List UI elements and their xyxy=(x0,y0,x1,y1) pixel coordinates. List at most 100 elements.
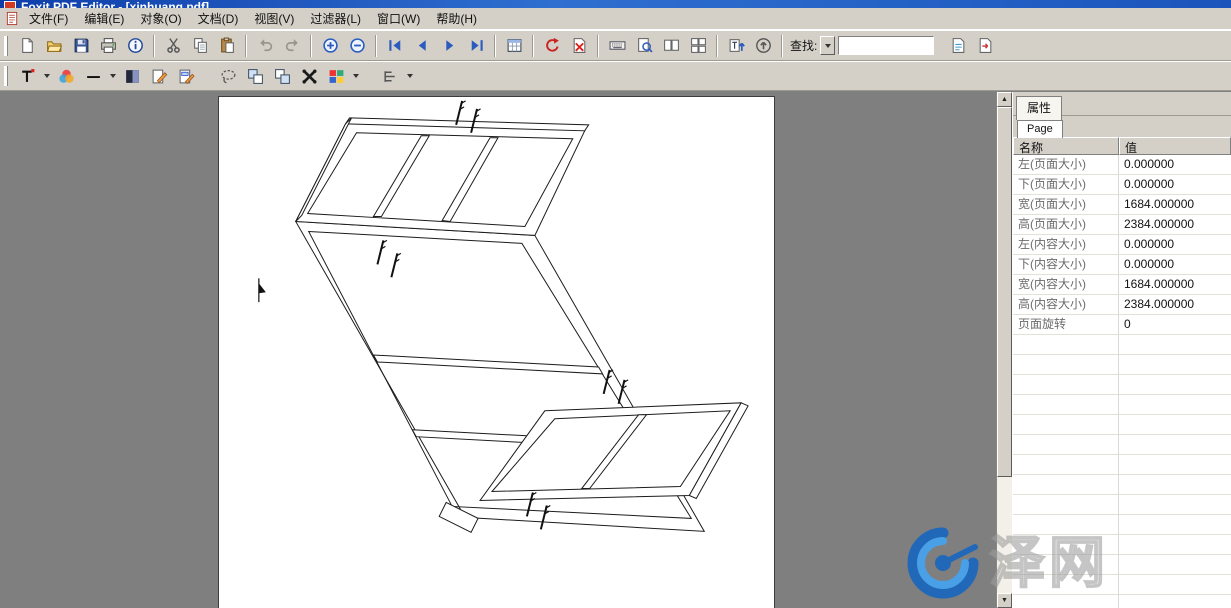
edit-form-button[interactable] xyxy=(173,63,199,89)
property-row[interactable]: 下(页面大小)0.000000 xyxy=(1013,175,1231,195)
keyboard-button[interactable] xyxy=(604,33,630,59)
palette-button[interactable] xyxy=(323,63,349,89)
dropdown-arrow-icon xyxy=(353,74,359,78)
import-button[interactable] xyxy=(750,33,776,59)
undo-icon xyxy=(257,37,274,54)
text-tool-button[interactable] xyxy=(14,63,40,89)
fill-color-icon xyxy=(124,68,141,85)
delete-page-button[interactable] xyxy=(566,33,592,59)
menu-item[interactable]: 文档(D) xyxy=(190,7,247,30)
zoom-out-icon xyxy=(349,37,366,54)
save-icon xyxy=(73,37,90,54)
menu-item[interactable]: 编辑(E) xyxy=(76,7,132,30)
property-row[interactable]: 高(内容大小)2384.000000 xyxy=(1013,295,1231,315)
new-document-icon xyxy=(19,37,36,54)
palette-dropdown[interactable] xyxy=(350,64,361,88)
color-wheel-button[interactable] xyxy=(53,63,79,89)
property-name: 下(内容大小) xyxy=(1013,255,1119,274)
search-next-button[interactable] xyxy=(972,33,998,59)
properties-panel: 属性 Page 名称 值 左(页面大小)0.000000下(页面大小)0.000… xyxy=(1012,92,1231,608)
find-options-dropdown[interactable] xyxy=(820,36,835,55)
open-folder-icon xyxy=(46,37,63,54)
menu-item[interactable]: 对象(O) xyxy=(132,7,189,30)
property-row[interactable]: 宽(内容大小)1684.000000 xyxy=(1013,275,1231,295)
property-row[interactable]: 宽(页面大小)1684.000000 xyxy=(1013,195,1231,215)
zoom-in-button[interactable] xyxy=(317,33,343,59)
fill-color-button[interactable] xyxy=(119,63,145,89)
app-icon xyxy=(4,1,16,8)
main-area: ▲ ▼ 属性 Page 名称 值 左(页面大小)0.000000下(页面大小)0… xyxy=(0,91,1231,608)
redo-button[interactable] xyxy=(279,33,305,59)
toolbar-separator xyxy=(153,35,155,57)
page-zoom-button[interactable] xyxy=(631,33,657,59)
first-page-button[interactable] xyxy=(382,33,408,59)
lasso-select-button[interactable] xyxy=(215,63,241,89)
find-input[interactable] xyxy=(838,36,934,55)
property-row[interactable]: 左(页面大小)0.000000 xyxy=(1013,155,1231,175)
undo-button[interactable] xyxy=(252,33,278,59)
align-button[interactable] xyxy=(377,63,403,89)
zoom-out-button[interactable] xyxy=(344,33,370,59)
find-group: 查找: xyxy=(790,36,934,55)
application-window: Foxit PDF Editor - [xinhuang.pdf] 文件(F)编… xyxy=(0,0,1231,608)
edit-content-button[interactable] xyxy=(146,63,172,89)
document-canvas[interactable] xyxy=(0,92,996,608)
print-button[interactable] xyxy=(95,33,121,59)
continuous-pages-icon xyxy=(690,37,707,54)
open-file-button[interactable] xyxy=(41,33,67,59)
facing-pages-icon xyxy=(663,37,680,54)
document-icon[interactable] xyxy=(3,10,21,28)
property-row[interactable]: 下(内容大小)0.000000 xyxy=(1013,255,1231,275)
menu-item[interactable]: 帮助(H) xyxy=(428,7,485,30)
new-document-button[interactable] xyxy=(14,33,40,59)
object-group-button[interactable] xyxy=(242,63,268,89)
printer-icon xyxy=(100,37,117,54)
toolbar-separator xyxy=(375,35,377,57)
next-page-button[interactable] xyxy=(436,33,462,59)
property-row[interactable]: 左(内容大小)0.000000 xyxy=(1013,235,1231,255)
search-doc-icon xyxy=(950,37,967,54)
previous-page-button[interactable] xyxy=(409,33,435,59)
last-page-button[interactable] xyxy=(463,33,489,59)
extract-text-button[interactable] xyxy=(723,33,749,59)
line-tool-button[interactable] xyxy=(80,63,106,89)
dropdown-arrow-icon xyxy=(110,74,116,78)
toolbar-grip[interactable] xyxy=(4,66,8,86)
page-properties-button[interactable] xyxy=(501,33,527,59)
text-tool-dropdown[interactable] xyxy=(41,64,52,88)
line-tool-dropdown[interactable] xyxy=(107,64,118,88)
toolbar-main: 查找: xyxy=(0,30,1231,61)
page-tab[interactable]: Page xyxy=(1017,120,1063,138)
menu-item[interactable]: 过滤器(L) xyxy=(302,7,369,30)
scrollbar-track[interactable] xyxy=(997,477,1012,593)
align-dropdown[interactable] xyxy=(404,64,415,88)
cut-button[interactable] xyxy=(160,33,186,59)
paste-button[interactable] xyxy=(214,33,240,59)
scrollbar-thumb[interactable] xyxy=(997,107,1012,477)
facing-pages-button[interactable] xyxy=(658,33,684,59)
scroll-up-button[interactable]: ▲ xyxy=(997,92,1012,107)
property-value: 0.000000 xyxy=(1119,175,1231,194)
tools-icon xyxy=(301,68,318,85)
menu-item[interactable]: 视图(V) xyxy=(246,7,302,30)
toolbar-separator xyxy=(310,35,312,57)
page-drawing xyxy=(219,97,774,608)
property-row[interactable]: 页面旋转0 xyxy=(1013,315,1231,335)
last-page-icon xyxy=(468,37,485,54)
tools-button[interactable] xyxy=(296,63,322,89)
pdf-page[interactable] xyxy=(218,96,775,608)
rotate-page-button[interactable] xyxy=(539,33,565,59)
scroll-down-button[interactable]: ▼ xyxy=(997,593,1012,608)
toolbar-grip[interactable] xyxy=(4,36,8,56)
object-ungroup-button[interactable] xyxy=(269,63,295,89)
menu-item[interactable]: 文件(F) xyxy=(21,7,76,30)
save-button[interactable] xyxy=(68,33,94,59)
continuous-pages-button[interactable] xyxy=(685,33,711,59)
document-info-button[interactable] xyxy=(122,33,148,59)
properties-tab[interactable]: 属性 xyxy=(1016,96,1062,120)
copy-button[interactable] xyxy=(187,33,213,59)
search-document-button[interactable] xyxy=(945,33,971,59)
property-row[interactable]: 高(页面大小)2384.000000 xyxy=(1013,215,1231,235)
toolbar-tools xyxy=(0,61,1231,91)
menu-item[interactable]: 窗口(W) xyxy=(369,7,428,30)
